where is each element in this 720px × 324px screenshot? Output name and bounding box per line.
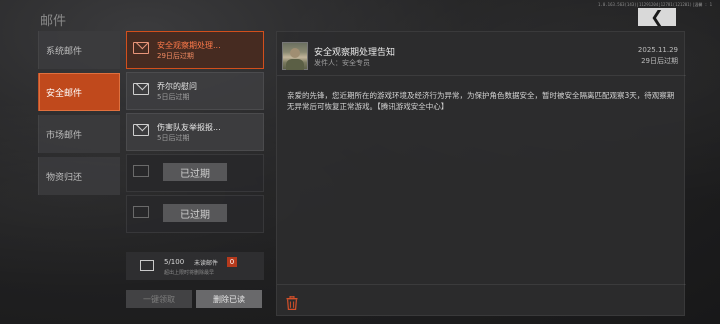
mail-detail-header: 安全观察期处理告知 发件人：安全专员 2025.11.29 29日后过期 [277, 32, 686, 76]
envelope-open-icon [133, 42, 149, 54]
mail-category-sidebar: 系统邮件 安全邮件 市场邮件 物资归还 [38, 31, 120, 199]
sidebar-item-item-return[interactable]: 物资归还 [38, 157, 120, 195]
sidebar-item-security-mail[interactable]: 安全邮件 [38, 73, 120, 111]
claim-all-button[interactable]: 一键领取 [126, 290, 192, 308]
delete-read-button[interactable]: 删除已读 [196, 290, 262, 308]
mail-item[interactable]: 乔尔的慰问 5日后过期 [126, 72, 264, 110]
sidebar-item-label: 系统邮件 [46, 46, 83, 57]
unread-label: 未读邮件 [194, 260, 219, 267]
sidebar-item-label: 物资归还 [46, 172, 83, 183]
unread-count-badge: 0 [227, 257, 237, 267]
page-title: 邮件 [40, 14, 67, 29]
envelope-icon [133, 206, 149, 218]
expired-label: 已过期 [163, 163, 227, 181]
envelope-open-icon [133, 83, 149, 95]
trash-icon[interactable] [286, 295, 298, 310]
mail-detail-title: 安全观察期处理告知 [314, 48, 396, 58]
limit-note: 超出上限时将删除最早 [164, 270, 215, 276]
sender-avatar [282, 42, 308, 70]
mail-title: 乔尔的慰问 [157, 82, 197, 91]
sidebar-item-label: 市场邮件 [46, 130, 83, 141]
mail-item[interactable]: 安全观察期处理... 29日后过期 [126, 31, 264, 69]
mail-title: 安全观察期处理... [157, 41, 221, 50]
sidebar-item-label: 安全邮件 [46, 88, 83, 99]
mail-detail-expiry: 29日后过期 [641, 57, 678, 65]
mail-sender: 发件人：安全专员 [314, 59, 370, 67]
mail-item[interactable]: 伤害队友举报报... 5日后过期 [126, 113, 264, 151]
mail-expiry: 29日后过期 [157, 52, 194, 60]
mail-detail-panel: 安全观察期处理告知 发件人：安全专员 2025.11.29 29日后过期 亲爱的… [276, 31, 686, 316]
mail-item-expired[interactable]: 已过期 [126, 154, 264, 192]
envelope-icon [133, 165, 149, 177]
mail-title: 伤害队友举报报... [157, 123, 221, 132]
mailbox-icon [140, 260, 154, 271]
chevron-left-double-icon: ❮ [650, 7, 664, 26]
back-button[interactable]: ❮ [638, 8, 676, 26]
mail-item-expired[interactable]: 已过期 [126, 195, 264, 233]
mail-expiry: 5日后过期 [157, 134, 190, 142]
mail-list: 安全观察期处理... 29日后过期 乔尔的慰问 5日后过期 伤害队友举报报...… [126, 31, 264, 236]
detail-divider [277, 284, 686, 285]
envelope-open-icon [133, 124, 149, 136]
mail-expiry: 5日后过期 [157, 93, 190, 101]
sidebar-item-market-mail[interactable]: 市场邮件 [38, 115, 120, 153]
mail-count-panel: 5/100 未读邮件 0 超出上限时将删除最早 [126, 252, 264, 280]
mail-count: 5/100 [164, 258, 185, 266]
mail-date: 2025.11.29 [637, 46, 678, 54]
mail-body: 亲爱的先锋，您近期所在的游戏环境及经济行为异常，为保护角色数据安全，暂时被安全隔… [287, 91, 675, 111]
expired-label: 已过期 [163, 204, 227, 222]
sidebar-item-system-mail[interactable]: 系统邮件 [38, 31, 120, 69]
